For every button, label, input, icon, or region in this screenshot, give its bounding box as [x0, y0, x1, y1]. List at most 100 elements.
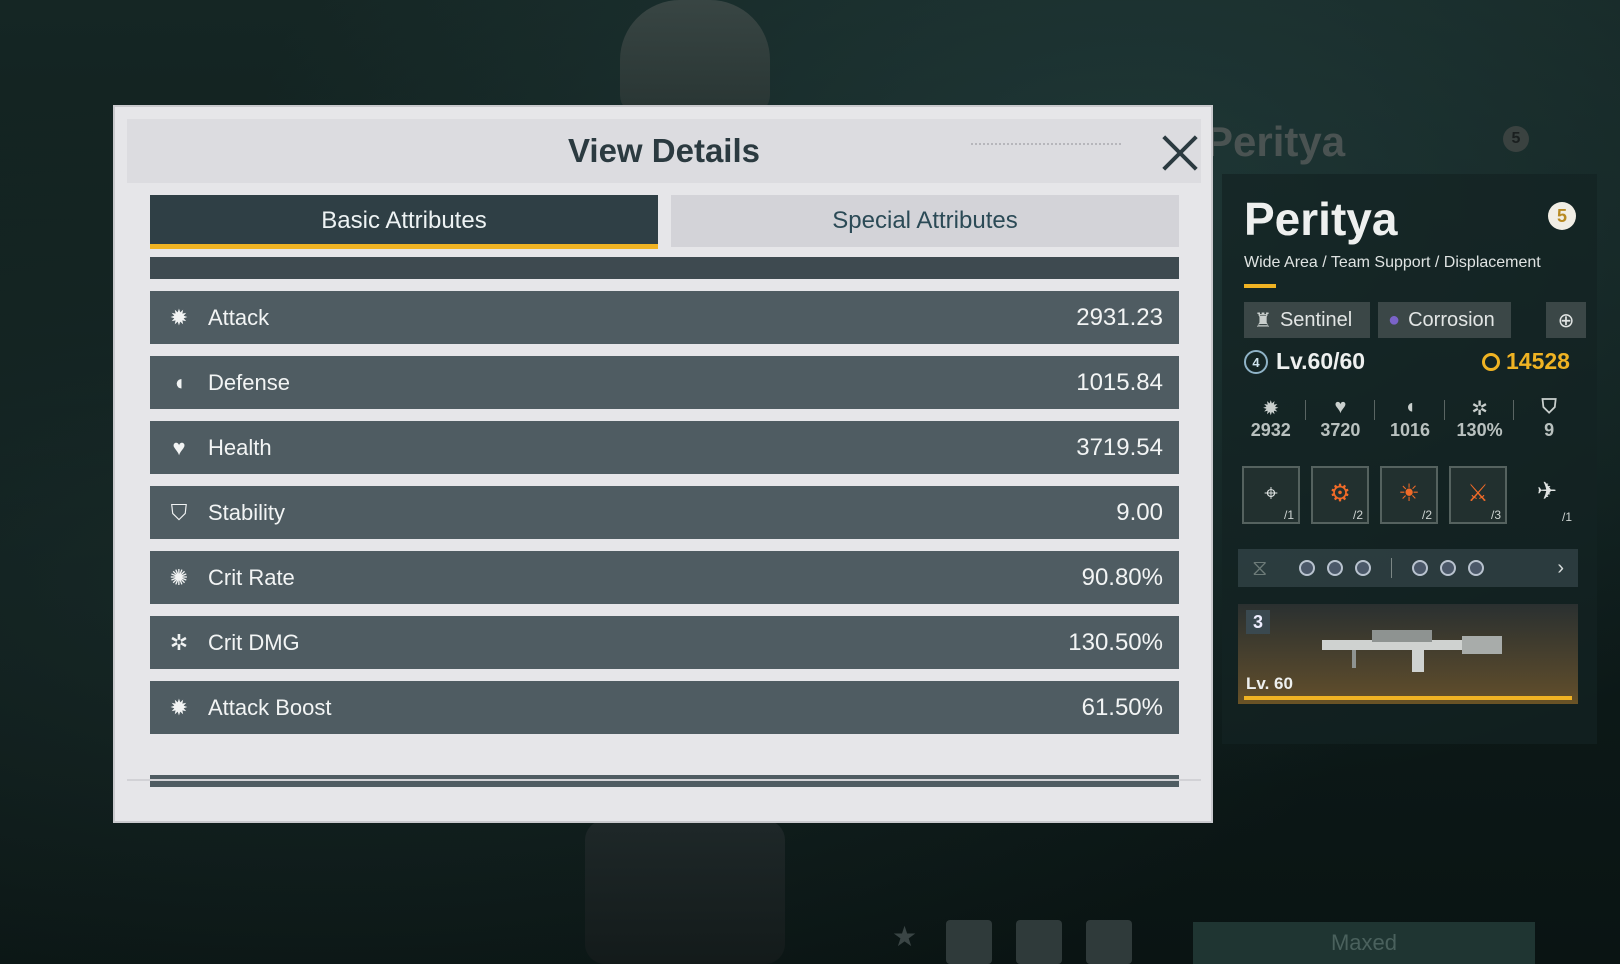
- mod-slot-4[interactable]: ⚔/3: [1449, 466, 1507, 524]
- mod-count: /2: [1352, 508, 1363, 522]
- background-rank-badge: 5: [1503, 126, 1529, 152]
- stat-value: 3720: [1320, 420, 1361, 440]
- zoom-in-icon: ⊕: [1557, 309, 1575, 332]
- attribute-label: Crit DMG: [208, 629, 300, 655]
- attribute-value: 3719.54: [1076, 433, 1163, 461]
- class-tag[interactable]: ♜ Sentinel: [1244, 302, 1370, 338]
- mod-count: /1: [1283, 508, 1294, 522]
- attribute-label: Attack: [208, 304, 270, 330]
- stability-icon: ⛉: [1541, 396, 1557, 418]
- health-icon: ♥: [1334, 396, 1347, 418]
- accent-underline: [1244, 284, 1276, 288]
- zoom-button[interactable]: ⊕: [1546, 302, 1586, 338]
- level-text: Lv.60/60: [1276, 348, 1366, 374]
- corrosion-icon: ●: [1388, 308, 1401, 331]
- maxed-button[interactable]: Maxed: [1193, 922, 1535, 964]
- weapon-level-bar: [1244, 696, 1572, 700]
- stat-defense: ◖ 1016: [1375, 396, 1445, 441]
- profile-card-icon[interactable]: [946, 920, 992, 964]
- weapon-card[interactable]: 3 Lv. 60: [1238, 604, 1578, 704]
- slot-dot: [1299, 560, 1316, 576]
- power-icon: [1482, 352, 1500, 371]
- stability-icon: ⛉: [170, 499, 188, 525]
- stat-value: 2932: [1250, 420, 1291, 440]
- divider: [1391, 558, 1393, 578]
- attribute-row: ♥ Health 3719.54: [150, 421, 1179, 474]
- bottom-toolbar: ★: [892, 920, 1132, 964]
- attribute-value: 90.80%: [1081, 563, 1163, 591]
- background-character-name: Peritya: [1205, 118, 1346, 165]
- stat-stability: ⛉ 9: [1514, 396, 1584, 441]
- attribute-value: 2931.23: [1076, 303, 1163, 331]
- attribute-row-partial: [150, 257, 1179, 279]
- element-tag-label: Corrosion: [1408, 308, 1495, 331]
- attack-boost-icon: ✹: [169, 694, 189, 720]
- rank-badge: 5: [1548, 202, 1576, 230]
- stat-attack: ✹ 2932: [1236, 396, 1306, 441]
- attribute-list[interactable]: ✹ Attack 2931.23 ◖ Defense 1015.84 ♥ Hea…: [150, 257, 1179, 787]
- attribute-row: ◖ Defense 1015.84: [150, 356, 1179, 409]
- mod-slot-3[interactable]: ☀/2: [1380, 466, 1438, 524]
- attribute-row: ✹ Attack 2931.23: [150, 291, 1179, 344]
- outfit-icon[interactable]: [1086, 920, 1132, 964]
- defense-icon: ◖: [1403, 396, 1417, 418]
- stat-crit-dmg: ✲ 130%: [1445, 396, 1515, 441]
- attribute-row: ✹ Attack Boost 61.50%: [150, 681, 1179, 734]
- attribute-row: ✺ Crit Rate 90.80%: [150, 551, 1179, 604]
- character-name: Peritya: [1244, 193, 1398, 245]
- crit-dmg-icon: ✲: [1471, 398, 1488, 420]
- modal-title: View Details: [568, 132, 760, 169]
- level-badge: 4: [1244, 349, 1268, 374]
- mod-slot-1[interactable]: ⌖ /1: [1242, 466, 1300, 524]
- slot-dot: [1412, 560, 1429, 576]
- power-value: 14528: [1506, 348, 1570, 374]
- slot-dot: [1468, 560, 1485, 576]
- mod-count: /2: [1421, 508, 1432, 522]
- modal-footer: [127, 779, 1201, 811]
- character-roles: Wide Area / Team Support / Displacement: [1244, 254, 1541, 271]
- machine-gun-icon: [1322, 630, 1502, 672]
- stat-value: 1016: [1389, 420, 1430, 440]
- mod-slot-2[interactable]: ⚙/2: [1311, 466, 1369, 524]
- stat-value: 130%: [1456, 420, 1503, 440]
- attribute-row: ⛉ Stability 9.00: [150, 486, 1179, 539]
- stat-value: 9: [1544, 420, 1555, 440]
- crit-rate-icon: ✺: [169, 564, 189, 590]
- element-tag[interactable]: ● Corrosion: [1378, 302, 1511, 338]
- tab-basic-attributes[interactable]: Basic Attributes: [150, 195, 658, 249]
- consonance-slot-bar[interactable]: ⧖ ›: [1238, 549, 1578, 587]
- mod-slot-5[interactable]: ✈/1: [1518, 466, 1576, 524]
- crosshair-icon: ⌖: [1264, 480, 1278, 507]
- attribute-value: 9.00: [1116, 498, 1163, 526]
- class-tag-label: Sentinel: [1279, 308, 1353, 331]
- weapon-slot-number: 3: [1246, 610, 1270, 634]
- slot-dot: [1355, 560, 1372, 576]
- favorite-star-icon[interactable]: ★: [892, 920, 922, 964]
- mod-wing-icon: ✈: [1536, 478, 1558, 505]
- chevron-right-icon[interactable]: ›: [1557, 557, 1564, 580]
- dna-icon: ⧖: [1252, 555, 1268, 580]
- attack-icon: ✹: [169, 304, 189, 330]
- attribute-value: 130.50%: [1068, 628, 1163, 656]
- mod-count: /1: [1561, 510, 1572, 524]
- tab-special-attributes[interactable]: Special Attributes: [671, 195, 1179, 247]
- attribute-label: Stability: [208, 499, 286, 525]
- defense-icon: ◖: [172, 369, 186, 395]
- attribute-label: Defense: [208, 369, 290, 395]
- mod-sun-icon: ☀: [1398, 480, 1420, 507]
- character-model-head: [620, 0, 770, 115]
- attribute-row: ✲ Crit DMG 130.50%: [150, 616, 1179, 669]
- mod-blade-icon: ⚔: [1467, 480, 1489, 507]
- header-decoration: [971, 143, 1121, 149]
- attribute-label: Attack Boost: [208, 694, 332, 720]
- sentinel-icon: ♜: [1254, 309, 1272, 332]
- slot-dot: [1440, 560, 1457, 576]
- weapon-level: Lv. 60: [1246, 674, 1293, 693]
- close-icon[interactable]: [1159, 133, 1199, 173]
- attribute-value: 61.50%: [1081, 693, 1163, 721]
- stat-summary: ✹ 2932 ♥ 3720 ◖ 1016 ✲ 130% ⛉ 9: [1236, 396, 1584, 441]
- mod-gauge-icon: ⚙: [1329, 480, 1351, 507]
- attribute-label: Health: [208, 434, 272, 460]
- health-icon: ♥: [172, 434, 186, 460]
- sofa-icon[interactable]: [1016, 920, 1062, 964]
